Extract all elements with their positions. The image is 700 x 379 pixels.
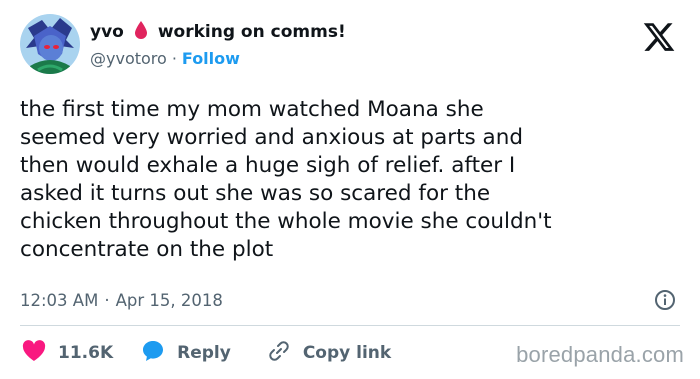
watermark: boredpanda.com [516,342,684,367]
tweet-line: seemed very worried and anxious at parts… [20,125,523,150]
tweet-text: the first time my mom watched Moana she … [20,96,670,264]
heart-icon [22,339,46,367]
reply-button[interactable]: Reply [141,339,231,368]
name-row: yvo working on comms! [90,20,346,44]
separator-dot: · [104,290,110,310]
tweet-meta: 12:03 AM · Apr 15, 2018 [20,287,680,313]
copy-link-button[interactable]: Copy link [267,339,391,368]
tweet-time[interactable]: 12:03 AM [20,291,98,310]
reply-bubble-icon [141,339,165,368]
handle-row: @yvotoro · Follow [90,47,346,69]
tweet-line: concentrate on the plot [20,237,274,262]
like-button[interactable]: 11.6K [22,339,114,367]
separator-dot: · [171,48,177,68]
tweet-line: then would exhale a huge sigh of relief.… [20,153,516,178]
tweet-line: asked it turns out she was so scared for… [20,181,491,206]
x-logo-icon[interactable] [642,20,676,54]
action-bar: 11.6K Reply Copy link [22,338,391,368]
author-names: yvo working on comms! @yvotoro · Follow [90,20,346,69]
avatar[interactable] [20,14,80,74]
tweet-line: chicken throughout the whole movie she c… [20,209,552,234]
reply-label: Reply [177,343,231,363]
blood-drop-icon [134,20,148,44]
handle[interactable]: @yvotoro [90,49,167,68]
info-icon[interactable] [654,289,676,311]
follow-button[interactable]: Follow [182,49,240,68]
copy-link-label: Copy link [302,343,392,363]
tweet-date[interactable]: Apr 15, 2018 [116,291,223,310]
link-icon [267,339,291,368]
status-text[interactable]: working on comms! [158,22,346,42]
display-name[interactable]: yvo [90,22,124,42]
like-count: 11.6K [58,343,114,363]
divider [20,325,680,326]
tweet-line: the first time my mom watched Moana she [20,97,484,122]
tweet-header: yvo working on comms! @yvotoro · Follow [20,14,680,74]
